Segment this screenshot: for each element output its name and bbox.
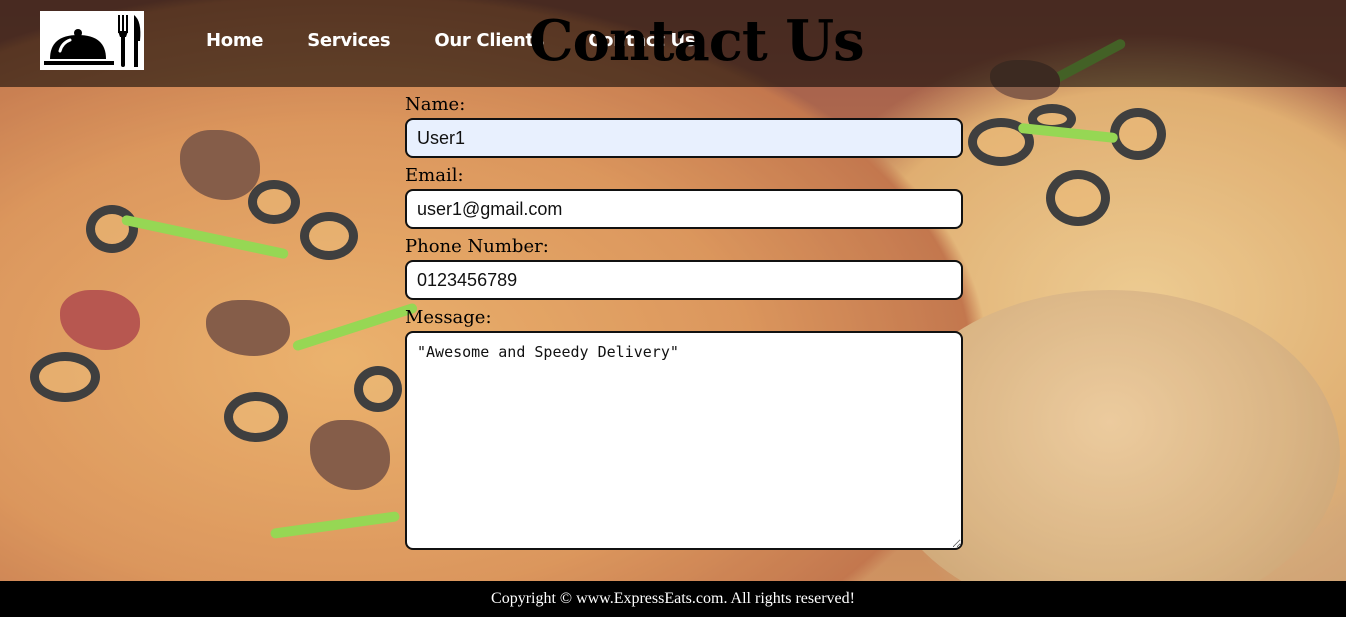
page-title: Contact Us <box>529 8 865 74</box>
nav-home[interactable]: Home <box>206 30 264 51</box>
message-label: Message: <box>405 307 492 328</box>
phone-label: Phone Number: <box>405 236 549 257</box>
name-input[interactable] <box>405 118 963 158</box>
contact-form: Name: Email: Phone Number: Message: "Awe… <box>405 94 963 550</box>
logo[interactable] <box>40 11 144 70</box>
message-textarea[interactable]: "Awesome and Speedy Delivery" <box>405 331 963 550</box>
email-input[interactable] <box>405 189 963 229</box>
phone-input[interactable] <box>405 260 963 300</box>
name-label: Name: <box>405 94 466 115</box>
cloche-fork-knife-icon <box>44 15 141 67</box>
nav-services[interactable]: Services <box>307 30 390 51</box>
site-footer: Copyright © www.ExpressEats.com. All rig… <box>0 581 1346 617</box>
email-label: Email: <box>405 165 464 186</box>
nav-our-clients[interactable]: Our Clients <box>434 30 544 51</box>
copyright-text: Copyright © www.ExpressEats.com. All rig… <box>491 590 855 607</box>
site-header: Home Services Our Clients Contact Us Con… <box>0 0 1346 87</box>
